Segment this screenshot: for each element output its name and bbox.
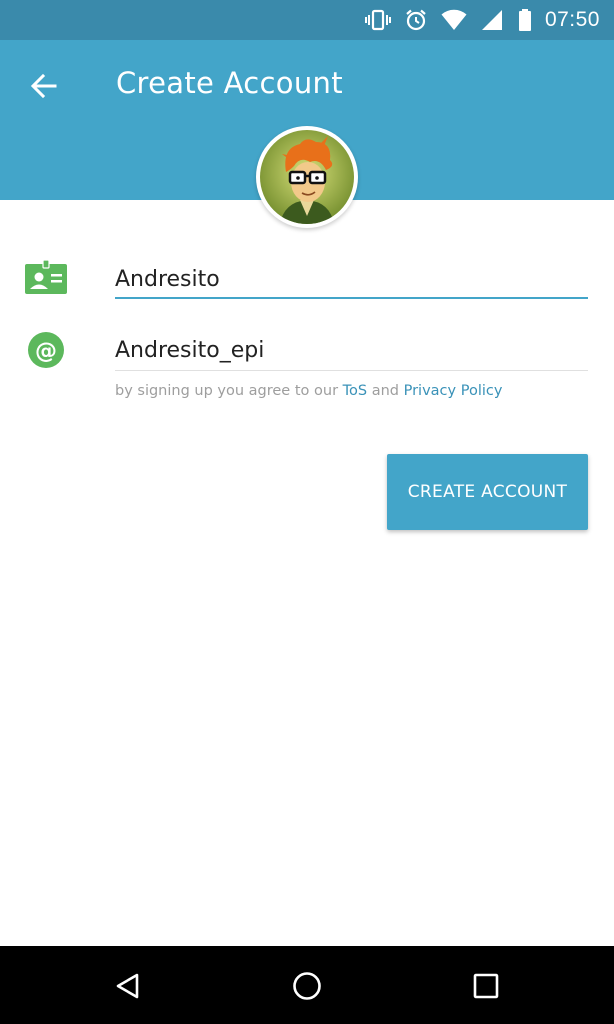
status-bar: 07:50 (0, 0, 614, 40)
username-underline (115, 370, 588, 371)
navigation-bar (0, 946, 614, 1024)
avatar[interactable] (256, 126, 358, 228)
name-underline (115, 297, 588, 299)
nav-recents-button[interactable] (466, 966, 506, 1006)
nav-home-button[interactable] (287, 966, 327, 1006)
svg-text:@: @ (35, 339, 57, 364)
status-time: 07:50 (544, 8, 600, 31)
terms-and: and (371, 383, 399, 399)
name-field-row (0, 245, 614, 315)
page-title: Create Account (116, 66, 343, 100)
back-button[interactable] (22, 64, 66, 108)
terms-prefix: by signing up you agree to our (115, 383, 339, 399)
tos-link[interactable]: ToS (343, 383, 367, 399)
id-card-icon (25, 257, 67, 297)
recents-square-icon (473, 973, 499, 999)
battery-icon (517, 8, 533, 32)
name-input[interactable] (115, 255, 588, 303)
back-triangle-icon (116, 973, 139, 999)
at-sign-icon: @ (25, 330, 67, 370)
signal-icon (479, 8, 505, 32)
privacy-policy-link[interactable]: Privacy Policy (404, 383, 503, 399)
vibrate-icon (364, 8, 391, 32)
nav-back-button[interactable] (108, 966, 148, 1006)
username-input[interactable] (115, 326, 588, 374)
username-field-row: @ (0, 318, 614, 388)
arrow-left-icon (30, 73, 57, 99)
alarm-icon (403, 8, 429, 32)
wifi-icon (441, 8, 467, 32)
create-account-button[interactable]: CREATE ACCOUNT (387, 454, 588, 530)
avatar-image (260, 130, 354, 224)
home-circle-icon (293, 972, 321, 1000)
terms-text: by signing up you agree to our ToS and P… (115, 383, 502, 399)
